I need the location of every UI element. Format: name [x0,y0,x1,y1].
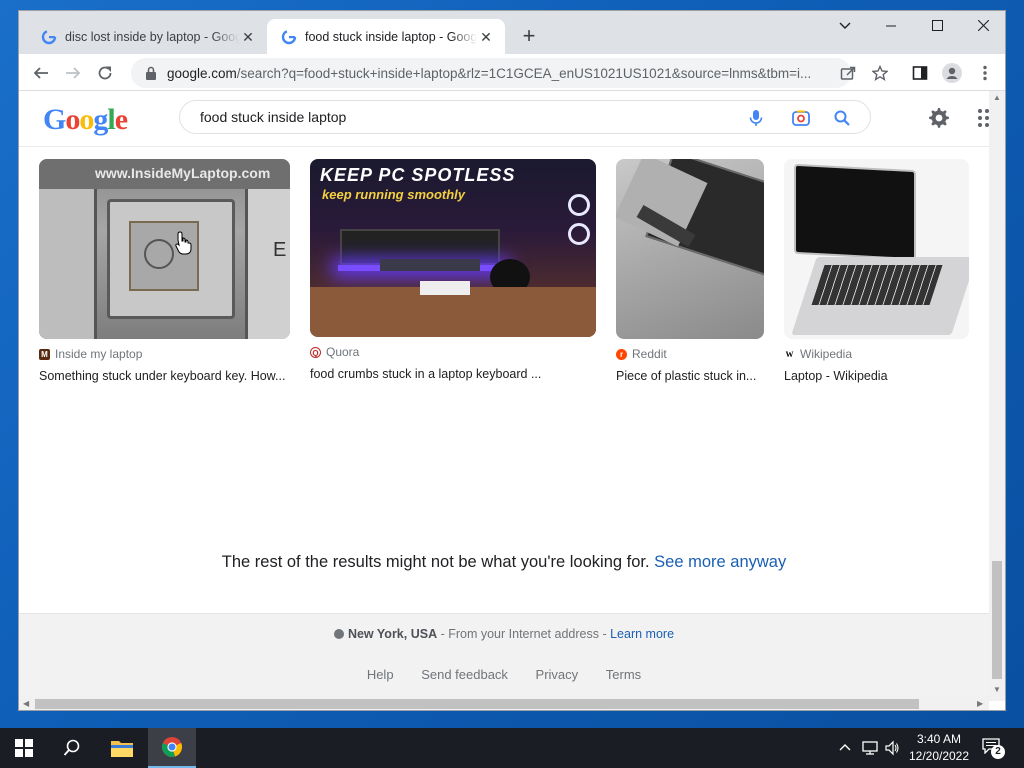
maximize-button[interactable] [914,11,960,41]
image-result-card[interactable]: www.InsideMyLaptop.com E M Inside my lap… [39,159,290,383]
google-header: Google food stuck inside laptop [19,91,989,147]
clock-time: 3:40 AM [916,732,962,746]
result-source[interactable]: M Inside my laptop [39,347,290,361]
result-source[interactable]: W Wikipedia [784,347,969,361]
notification-center-button[interactable]: 2 [982,738,1005,759]
forward-button[interactable] [59,59,87,87]
horizontal-scroll-thumb[interactable] [35,699,919,709]
share-icon[interactable] [834,59,862,87]
image-result-card[interactable]: r Reddit Piece of plastic stuck in... [616,159,764,383]
tab-strip: disc lost inside by laptop - Google Sear… [19,11,1005,54]
network-icon[interactable] [862,740,878,756]
see-more-anyway-link[interactable]: See more anyway [654,553,786,571]
apps-grid-icon[interactable] [977,108,989,128]
tab-food-stuck[interactable]: food stuck inside laptop - Google Search… [267,19,505,54]
result-source[interactable]: r Reddit [616,347,764,361]
tab-title: food stuck inside laptop - Google Search [305,29,477,44]
banner-main-text: KEEP PC SPOTLESS [320,165,516,185]
browser-window: disc lost inside by laptop - Google Sear… [18,10,1006,711]
system-clock[interactable]: 3:40 AM 12/20/2022 [906,731,972,765]
location-dot-icon [333,629,344,639]
url-text: google.com/search?q=food+stuck+inside+la… [167,65,812,81]
start-button[interactable] [0,728,48,768]
windows-taskbar: 3:40 AM 12/20/2022 2 [0,728,1024,768]
result-thumbnail[interactable]: www.InsideMyLaptop.com E [39,159,290,339]
image-result-card[interactable]: KEEP PC SPOTLESS keep running smoothly Q… [310,159,596,381]
search-icon [63,739,80,756]
wikipedia-favicon-icon: W [784,348,795,360]
quora-favicon-icon: Q [310,346,321,358]
result-thumbnail[interactable] [616,159,764,339]
camera-lens-icon[interactable] [791,108,811,128]
help-link[interactable]: Help [367,667,394,682]
new-tab-button[interactable]: + [517,25,541,49]
rest-of-results-message: The rest of the results might not be wha… [221,553,787,571]
tab-search-chevron-icon[interactable] [822,11,868,41]
close-window-button[interactable] [960,11,1005,41]
privacy-link[interactable]: Privacy [536,667,579,682]
lock-icon [146,66,156,80]
image-result-card[interactable]: W Wikipedia Laptop - Wikipedia [784,159,969,383]
reddit-favicon-icon: r [616,348,627,360]
result-thumbnail[interactable]: KEEP PC SPOTLESS keep running smoothly [310,159,596,337]
forward-arrow-icon [66,67,81,79]
minimize-button[interactable] [868,11,914,41]
vertical-scrollbar[interactable]: ▲ ▼ [989,91,1005,701]
vertical-scroll-thumb[interactable] [992,561,1002,679]
search-input[interactable]: food stuck inside laptop [179,100,871,134]
settings-gear-icon[interactable] [927,106,951,130]
taskbar-search-button[interactable] [48,728,96,768]
footer-links: Help Send feedback Privacy Terms [19,667,989,682]
web-page: Google food stuck inside laptop www.Insi… [19,91,1005,710]
menu-kebab-icon[interactable] [971,59,999,87]
google-favicon-icon [41,29,57,44]
tab-disc-lost[interactable]: disc lost inside by laptop - Google Sear… [27,19,267,54]
close-tab-icon[interactable]: ✕ [239,28,257,46]
watermark-text: www.InsideMyLaptop.com [95,165,271,181]
terms-link[interactable]: Terms [606,667,641,682]
profile-avatar-icon[interactable] [938,59,966,87]
result-thumbnail[interactable] [784,159,969,339]
result-title[interactable]: Laptop - Wikipedia [784,369,969,383]
back-arrow-icon [33,67,48,79]
horizontal-scrollbar[interactable]: ◀ ▶ [19,696,989,710]
bookmark-star-icon[interactable] [866,59,894,87]
learn-more-link[interactable]: Learn more [610,627,674,641]
search-query-text: food stuck inside laptop [200,109,347,125]
windows-logo-icon [15,739,33,757]
close-tab-icon[interactable]: ✕ [477,28,495,46]
back-button[interactable] [27,59,55,87]
google-doodle-logo[interactable]: Google [43,103,128,137]
google-favicon-icon [281,29,297,44]
location-line: New York, USA - From your Internet addre… [19,627,989,641]
search-icon[interactable] [832,108,852,128]
result-title[interactable]: Something stuck under keyboard key. How.… [39,369,290,383]
key-letter: E [273,239,287,261]
chrome-taskbar-button[interactable] [148,728,196,768]
browser-toolbar: google.com/search?q=food+stuck+inside+la… [19,54,1005,91]
notification-count-badge: 2 [991,745,1005,759]
hand-cursor-icon [175,231,192,255]
inside-my-laptop-favicon-icon: M [39,348,50,360]
show-hidden-icons-chevron-icon[interactable] [839,742,851,752]
result-title[interactable]: Piece of plastic stuck in... [616,369,764,383]
result-source[interactable]: Q Quora [310,345,596,359]
reload-icon [98,66,112,80]
side-panel-icon[interactable] [906,59,934,87]
volume-icon[interactable] [884,740,900,756]
address-bar[interactable]: google.com/search?q=food+stuck+inside+la… [131,58,851,88]
chrome-icon [161,737,183,757]
folder-icon [111,741,133,757]
clock-date: 12/20/2022 [908,749,970,763]
send-feedback-link[interactable]: Send feedback [421,667,508,682]
file-explorer-button[interactable] [98,728,146,768]
result-title[interactable]: food crumbs stuck in a laptop keyboard .… [310,367,596,381]
microphone-icon[interactable] [746,108,766,128]
image-results: www.InsideMyLaptop.com E M Inside my lap… [19,147,989,617]
banner-sub-text: keep running smoothly [322,187,466,202]
tab-title: disc lost inside by laptop - Google Sear… [65,29,239,44]
reload-button[interactable] [91,59,119,87]
